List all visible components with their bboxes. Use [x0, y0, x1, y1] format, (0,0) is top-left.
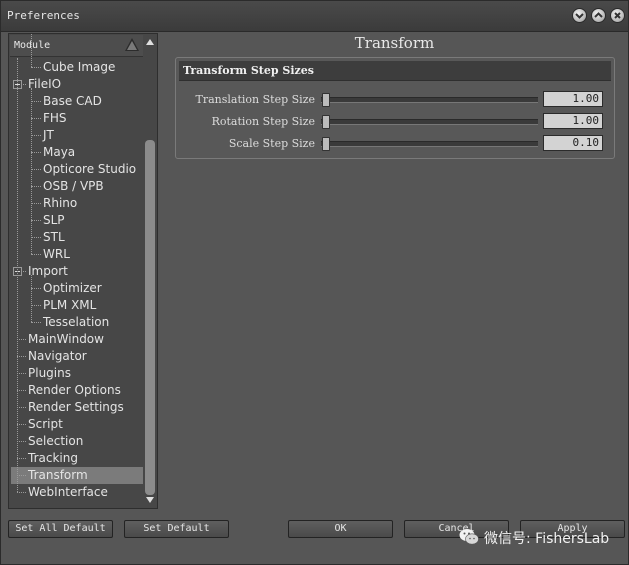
tree-connector: [31, 152, 41, 153]
panel-title: Transform: [354, 34, 435, 52]
tree-guide-line: [31, 88, 32, 254]
tree-item-webinterface[interactable]: WebInterface: [28, 484, 108, 501]
tree-connector: [31, 67, 41, 68]
tree-item-tracking[interactable]: Tracking: [28, 450, 78, 467]
tree-connector: [31, 322, 41, 323]
close-button[interactable]: [610, 8, 625, 23]
tree-connector: [17, 492, 26, 493]
tree-item-jt[interactable]: JT: [43, 127, 54, 144]
tree-connector: [17, 373, 26, 374]
tree-item-transform[interactable]: Transform: [11, 467, 143, 484]
tree-item-render-options[interactable]: Render Options: [28, 382, 121, 399]
tree-item-plugins[interactable]: Plugins: [28, 365, 71, 382]
tree-connector: [31, 118, 41, 119]
title-bar[interactable]: Preferences: [1, 1, 628, 32]
rotation-step-size-slider[interactable]: [321, 119, 538, 125]
tree-connector: [31, 220, 41, 221]
tree-item-stl[interactable]: STL: [43, 229, 65, 246]
module-tree[interactable]: Module Cube Image FileIO Base CAD FHS JT Maya…: [8, 33, 158, 509]
tree-item-mainwindow[interactable]: MainWindow: [28, 331, 104, 348]
tree-scrollbar[interactable]: [144, 35, 156, 507]
tree-item-fileio[interactable]: FileIO: [28, 76, 61, 93]
translation-step-size-slider[interactable]: [321, 97, 538, 103]
watermark-text: 微信号: FishersLab: [484, 531, 610, 547]
tree-connector: [31, 186, 41, 187]
close-icon: [614, 12, 621, 19]
tree-connector: [31, 305, 41, 306]
tree-connector: [31, 288, 41, 289]
tree-item-tesselation[interactable]: Tesselation: [43, 314, 109, 331]
tree-item-import[interactable]: Import: [28, 263, 68, 280]
translation-step-size-label: Translation Step Size: [195, 93, 315, 106]
tree-item-optimizer[interactable]: Optimizer: [43, 280, 102, 297]
wechat-icon: [459, 529, 479, 545]
tree-item-script[interactable]: Script: [28, 416, 63, 433]
preferences-window: Preferences Module Cube Image FileIO Base …: [0, 0, 629, 565]
tree-item-selection[interactable]: Selection: [28, 433, 83, 450]
chevron-down-icon: [575, 13, 584, 19]
scale-step-size-field[interactable]: 0.10: [543, 135, 603, 151]
tree-connector: [31, 135, 41, 136]
scale-slider-handle[interactable]: [322, 137, 330, 151]
tree-header-label: Module: [14, 40, 51, 51]
tree-connector: [31, 169, 41, 170]
tree-connector: [17, 475, 26, 476]
window-title: Preferences: [7, 9, 80, 22]
tree-connector: [31, 203, 41, 204]
tree-item-slp[interactable]: SLP: [43, 212, 65, 229]
tree-item-fhs[interactable]: FHS: [43, 110, 67, 127]
scroll-down-arrow-icon[interactable]: [146, 497, 154, 503]
maximize-button[interactable]: [591, 8, 606, 23]
tree-guide-line: [31, 34, 32, 67]
scale-step-size-slider[interactable]: [321, 141, 538, 147]
tree-connector: [17, 441, 26, 442]
group-title: Transform Step Sizes: [179, 61, 611, 81]
set-default-button[interactable]: Set Default: [124, 520, 229, 538]
watermark: 微信号: FishersLab: [459, 527, 629, 549]
tree-connector: [31, 254, 41, 255]
tree-connector: [17, 407, 26, 408]
tree-item-cube-image[interactable]: Cube Image: [43, 59, 115, 76]
tree-item-rhino[interactable]: Rhino: [43, 195, 77, 212]
rotation-step-size-field[interactable]: 1.00: [543, 113, 603, 129]
tree-item-maya[interactable]: Maya: [43, 144, 75, 161]
tree-guide-line: [31, 275, 32, 322]
scroll-up-arrow-icon[interactable]: [146, 39, 154, 45]
tree-item-navigator[interactable]: Navigator: [28, 348, 87, 365]
tree-header[interactable]: Module: [10, 35, 143, 57]
tree-connector: [31, 101, 41, 102]
scrollbar-thumb[interactable]: [145, 140, 155, 495]
tree-connector: [17, 390, 26, 391]
minimize-button[interactable]: [572, 8, 587, 23]
tree-connector: [17, 424, 26, 425]
tree-item-opticore-studio[interactable]: Opticore Studio: [43, 161, 136, 178]
tree-item-plm-xml[interactable]: PLM XML: [43, 297, 96, 314]
translation-step-size-field[interactable]: 1.00: [543, 91, 603, 107]
tree-connector: [17, 339, 26, 340]
tree-connector: [17, 458, 26, 459]
tree-item-base-cad[interactable]: Base CAD: [43, 93, 102, 110]
tree-item-wrl[interactable]: WRL: [43, 246, 70, 263]
tree-item-osb-vpb[interactable]: OSB / VPB: [43, 178, 104, 195]
scale-step-size-label: Scale Step Size: [228, 137, 315, 150]
translation-slider-handle[interactable]: [322, 93, 330, 107]
tree-guide-line: [17, 58, 18, 492]
tree-item-render-settings[interactable]: Render Settings: [28, 399, 124, 416]
rotation-step-size-label: Rotation Step Size: [211, 115, 315, 128]
set-all-default-button[interactable]: Set All Default: [8, 520, 113, 538]
tree-connector: [17, 356, 26, 357]
chevron-up-icon: [594, 12, 603, 18]
tree-connector: [31, 237, 41, 238]
rotation-slider-handle[interactable]: [322, 115, 330, 129]
ok-button[interactable]: OK: [288, 520, 393, 538]
